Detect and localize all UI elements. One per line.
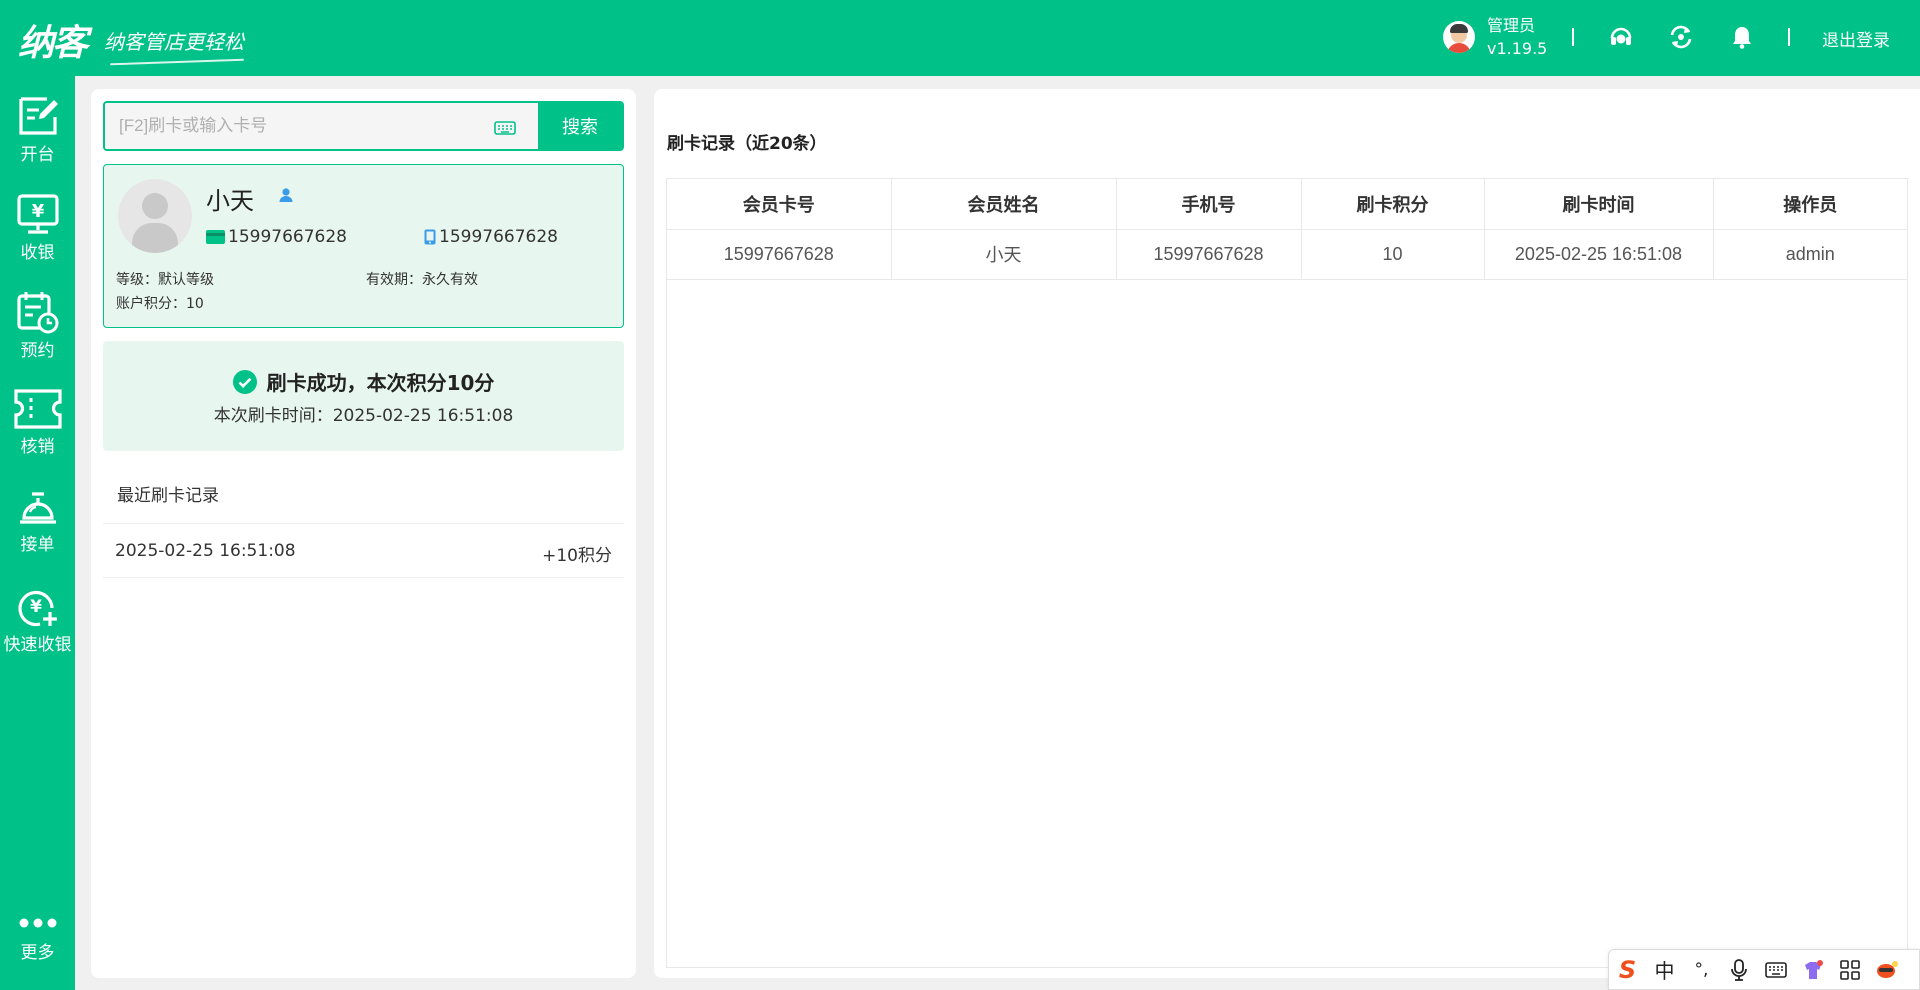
headset-icon[interactable] [1608, 24, 1634, 50]
user-name: 管理员 [1487, 16, 1536, 35]
microphone-icon[interactable] [1720, 949, 1757, 990]
cell-operator: admin [1713, 229, 1907, 280]
mascot-icon[interactable] [1868, 949, 1905, 990]
cell-phone: 15997667628 [1116, 229, 1302, 280]
phone-icon [424, 229, 436, 245]
sidebar-item-more[interactable]: 更多 [0, 916, 75, 963]
sidebar: 开台 ¥ 收银 预约 核销 接单 ¥ 快速收银 更多 [0, 76, 75, 990]
svg-text:¥: ¥ [30, 597, 42, 617]
swipe-time: 本次刷卡时间：2025-02-25 16:51:08 [213, 406, 514, 426]
swipe-result: 刷卡成功，本次积分10分 本次刷卡时间：2025-02-25 16:51:08 [103, 341, 624, 451]
phone-number-text: 15997667628 [439, 227, 558, 247]
logo-slogan: 纳客管店更轻松 [104, 26, 244, 55]
skin-icon[interactable] [1794, 949, 1831, 990]
logo-text: 纳客 [18, 22, 88, 64]
cell-time: 2025-02-25 16:51:08 [1484, 229, 1714, 280]
member-name: 小天 [206, 187, 254, 215]
member-points: 账户积分：10 [116, 296, 204, 312]
records-title: 刷卡记录（近20条） [667, 134, 827, 154]
top-bar: 纳客 纳客管店更轻松 管理员 v1.19.5 退出登录 [0, 0, 1920, 76]
sidebar-item-label: 接单 [20, 535, 55, 555]
table-header-row: 会员卡号 会员姓名 手机号 刷卡积分 刷卡时间 操作员 [667, 179, 1907, 230]
member-level: 等级：默认等级 [116, 272, 214, 288]
column-header: 刷卡积分 [1301, 179, 1485, 230]
app-version: v1.19.5 [1487, 39, 1548, 58]
keyboard-icon[interactable] [494, 120, 516, 139]
sidebar-item-label: 开台 [20, 145, 55, 165]
ime-mode-toggle[interactable]: 中 [1646, 949, 1683, 990]
card-search-input[interactable] [119, 116, 524, 136]
card-number-text: 15997667628 [228, 227, 347, 247]
recent-points: +10积分 [542, 546, 612, 566]
cell-points: 10 [1301, 229, 1485, 280]
divider [1788, 28, 1790, 46]
service-bell-icon [19, 492, 56, 524]
sync-icon[interactable] [1668, 24, 1694, 50]
member-phone: 15997667628 [424, 227, 558, 247]
keyboard-icon[interactable] [1757, 949, 1794, 990]
user-avatar [1443, 21, 1475, 53]
records-table-wrap: 会员卡号 会员姓名 手机号 刷卡积分 刷卡时间 操作员 15997667628 … [666, 178, 1908, 968]
member-validity: 有效期：永久有效 [366, 272, 478, 288]
logout-button[interactable]: 退出登录 [1822, 26, 1890, 51]
list-item: 2025-02-25 16:51:08 +10积分 [103, 523, 624, 578]
ime-toolbar: S 中 °, [1608, 949, 1920, 990]
member-panel: 搜索 小天 15997667628 15997667628 等级：默认等级 有效… [91, 89, 636, 978]
cashier-icon: ¥ [16, 194, 59, 234]
member-avatar [118, 179, 192, 253]
recent-time: 2025-02-25 16:51:08 [115, 541, 296, 561]
sidebar-item-orders[interactable]: 接单 [0, 488, 75, 555]
recent-records-title: 最近刷卡记录 [117, 486, 219, 506]
search-field-wrap [105, 103, 538, 149]
user-info[interactable]: 管理员 v1.19.5 [1443, 14, 1547, 60]
search-button[interactable]: 搜索 [538, 103, 622, 149]
column-header: 操作员 [1713, 179, 1907, 230]
success-text: 刷卡成功，本次积分10分 [266, 371, 495, 395]
sidebar-item-label: 预约 [20, 341, 55, 361]
svg-text:¥: ¥ [31, 201, 44, 222]
member-person-icon [278, 187, 294, 207]
success-message: 刷卡成功，本次积分10分 [103, 367, 624, 396]
ticket-icon [13, 389, 62, 429]
reservation-icon [16, 292, 58, 334]
sidebar-item-verify[interactable]: 核销 [0, 388, 75, 457]
sidebar-item-label: 核销 [20, 437, 55, 457]
open-table-icon [18, 97, 58, 135]
column-header: 刷卡时间 [1484, 179, 1714, 230]
ime-logo[interactable]: S [1609, 949, 1646, 990]
grid-menu-icon[interactable] [1831, 949, 1868, 990]
sidebar-item-label: 收银 [20, 243, 55, 263]
sidebar-item-reservation[interactable]: 预约 [0, 290, 75, 361]
app-logo: 纳客 纳客管店更轻松 [18, 14, 244, 66]
table-row[interactable]: 15997667628 小天 15997667628 10 2025-02-25… [667, 229, 1907, 280]
ime-punct-toggle[interactable]: °, [1683, 949, 1720, 990]
column-header: 会员姓名 [891, 179, 1117, 230]
divider [1572, 28, 1574, 46]
bell-icon[interactable] [1729, 24, 1755, 50]
column-header: 会员卡号 [667, 179, 892, 230]
cell-card-no: 15997667628 [667, 229, 892, 280]
records-table: 会员卡号 会员姓名 手机号 刷卡积分 刷卡时间 操作员 15997667628 … [667, 179, 1907, 280]
column-header: 手机号 [1116, 179, 1302, 230]
card-icon [206, 230, 225, 244]
more-dots-icon [19, 918, 56, 928]
sidebar-item-cashier[interactable]: ¥ 收银 [0, 194, 75, 263]
sidebar-item-label: 更多 [20, 943, 55, 963]
card-search: 搜索 [103, 101, 624, 151]
sidebar-item-label: 快速收银 [3, 635, 72, 655]
check-circle-icon [232, 369, 257, 394]
records-panel: 刷卡记录（近20条） 会员卡号 会员姓名 手机号 刷卡积分 刷卡时间 操作员 1… [654, 89, 1920, 978]
sidebar-item-quick-cashier[interactable]: ¥ 快速收银 [0, 586, 75, 655]
member-card-number: 15997667628 [206, 227, 347, 247]
sidebar-item-open-table[interactable]: 开台 [0, 96, 75, 165]
member-card: 小天 15997667628 15997667628 等级：默认等级 有效期：永… [103, 164, 624, 328]
cell-member-name: 小天 [891, 229, 1117, 280]
quick-cashier-icon: ¥ [17, 590, 57, 627]
